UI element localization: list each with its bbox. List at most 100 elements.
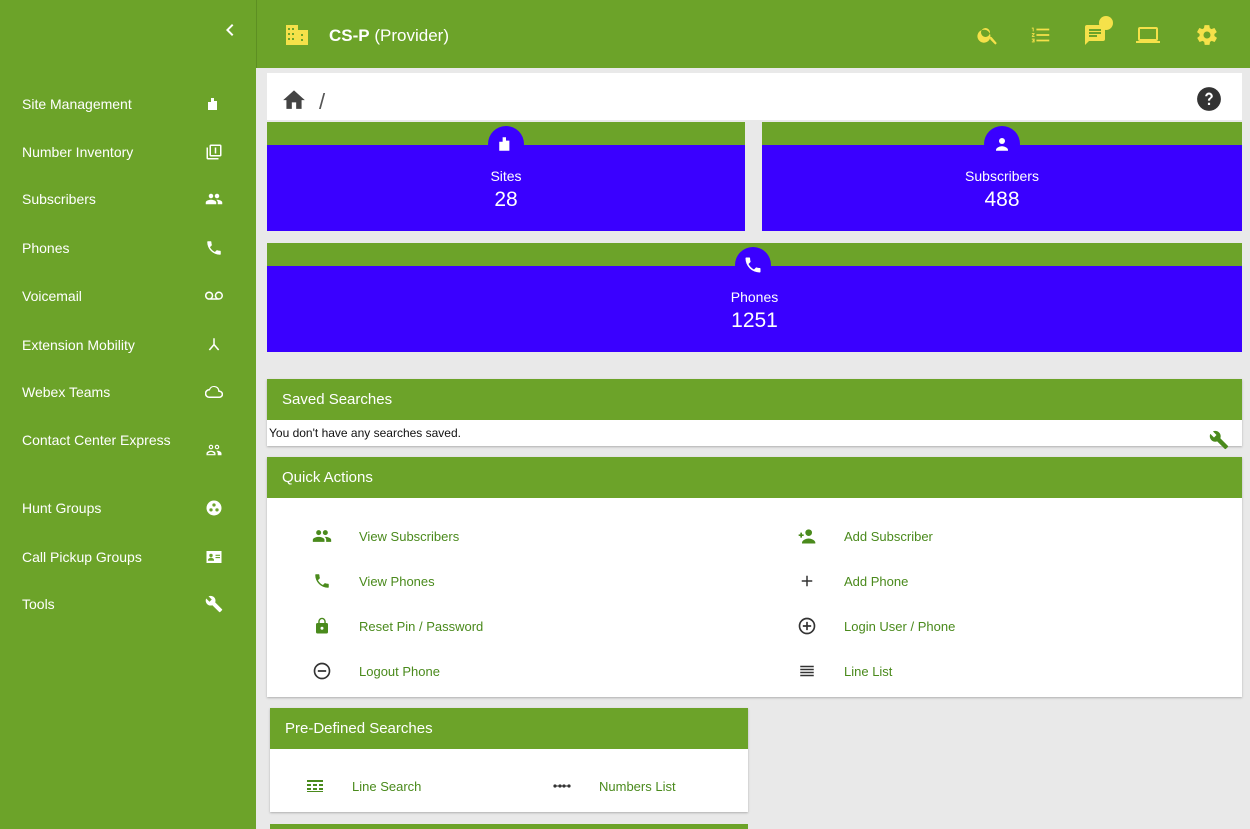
sidebar-item-label: Site Management (22, 95, 132, 112)
sidebar-item-extension-mobility[interactable]: Extension Mobility (0, 333, 256, 357)
chat-icon[interactable] (1082, 16, 1113, 48)
sidebar-item-contact-center-express[interactable]: Contact Center Express (0, 432, 256, 468)
login-user-phone-action[interactable]: Login User / Phone (797, 616, 955, 636)
tenant-type: (Provider) (374, 26, 449, 45)
sidebar-item-site-management[interactable]: Site Management (0, 92, 256, 116)
sidebar-item-label: Webex Teams (22, 383, 111, 400)
action-label: Logout Phone (359, 663, 440, 679)
cloud-icon (205, 383, 223, 401)
search-icon[interactable] (975, 22, 1001, 48)
sidebar: Site Management Number Inventory Subscri… (0, 0, 256, 829)
sidebar-item-tools[interactable]: Tools (0, 592, 256, 616)
action-label: Numbers List (599, 778, 676, 794)
line-list-icon (797, 661, 817, 681)
office-building-icon (285, 24, 309, 51)
people-icon (205, 190, 223, 208)
buildings-icon (488, 126, 524, 162)
stat-card-subscribers[interactable]: Subscribers 488 (762, 122, 1242, 231)
top-bar: CS-P (Provider) (256, 0, 1250, 68)
people-outline-icon (205, 441, 223, 459)
breadcrumb-separator: / (319, 89, 326, 114)
action-label: Login User / Phone (844, 618, 956, 634)
stat-label: Phones (730, 289, 779, 305)
person-icon (984, 126, 1020, 162)
sidebar-item-label: Hunt Groups (22, 499, 102, 516)
sidebar-item-call-pickup-groups[interactable]: Call Pickup Groups (0, 545, 256, 569)
predefined-searches-title: Pre-Defined Searches (270, 708, 748, 749)
sidebar-item-voicemail[interactable]: Voicemail (0, 284, 256, 308)
reset-pin-password-action[interactable]: Reset Pin / Password (312, 616, 483, 636)
phone-icon (205, 239, 223, 257)
add-subscriber-action[interactable]: Add Subscriber (797, 526, 933, 546)
wrench-icon (205, 595, 223, 613)
list-icon[interactable] (1028, 22, 1054, 48)
person-add-icon (797, 526, 817, 546)
stat-value: 28 (494, 188, 518, 211)
page-title: CS-P (Provider) (329, 26, 449, 46)
stat-value: 1251 (731, 309, 778, 332)
help-icon[interactable] (1196, 86, 1222, 117)
sidebar-item-subscribers[interactable]: Subscribers (0, 187, 256, 211)
remove-circle-icon (312, 661, 332, 681)
logout-phone-action[interactable]: Logout Phone (312, 661, 440, 681)
sidebar-item-phones[interactable]: Phones (0, 236, 256, 260)
stat-label: Sites (490, 168, 522, 184)
stat-value: 488 (984, 188, 1020, 211)
tenant-name: CS-P (329, 26, 370, 45)
sidebar-item-label: Voicemail (22, 287, 82, 304)
sidebar-item-label: Number Inventory (22, 143, 134, 160)
line-search-action[interactable]: Line Search (305, 776, 421, 796)
phone-icon (312, 571, 332, 591)
call-split-icon (205, 336, 223, 354)
quick-actions-panel: Quick Actions View Subscribers Add Subsc… (267, 457, 1242, 697)
stat-card-phones[interactable]: Phones 1251 (267, 243, 1242, 352)
saved-searches-empty-text: You don't have any searches saved. (269, 426, 461, 440)
action-label: View Subscribers (359, 528, 460, 544)
action-label: Add Subscriber (844, 528, 933, 544)
sidebar-item-webex-teams[interactable]: Webex Teams (0, 380, 256, 404)
buildings-icon (205, 95, 223, 113)
chevron-left-icon[interactable] (218, 18, 242, 42)
numbers-list-action[interactable]: Numbers List (552, 776, 676, 796)
sidebar-item-label: Phones (22, 239, 70, 256)
lock-icon (312, 616, 332, 636)
notification-badge (1099, 16, 1113, 30)
table-search-icon (305, 776, 325, 796)
phone-icon (735, 247, 771, 283)
hunt-group-icon (205, 499, 223, 517)
voicemail-icon (205, 287, 223, 305)
sidebar-item-label: Extension Mobility (22, 336, 135, 353)
line-list-action[interactable]: Line List (797, 661, 892, 681)
contact-card-icon (205, 548, 223, 566)
add-circle-icon (797, 616, 817, 636)
view-phones-action[interactable]: View Phones (312, 571, 435, 591)
laptop-icon[interactable] (1135, 22, 1161, 48)
action-label: View Phones (359, 573, 435, 589)
sidebar-item-label: Subscribers (22, 190, 96, 207)
action-label: Line List (844, 663, 893, 679)
add-phone-action[interactable]: Add Phone (797, 571, 908, 591)
wrench-icon[interactable] (1209, 430, 1229, 455)
action-label: Add Phone (844, 573, 909, 589)
quick-actions-title: Quick Actions (267, 457, 1242, 498)
next-panel-header (270, 824, 748, 829)
dots-icon (552, 776, 572, 796)
gear-icon[interactable] (1194, 22, 1220, 48)
saved-searches-title: Saved Searches (267, 379, 1242, 420)
view-subscribers-action[interactable]: View Subscribers (312, 526, 459, 546)
stat-card-sites[interactable]: Sites 28 (267, 122, 745, 231)
sidebar-item-hunt-groups[interactable]: Hunt Groups (0, 496, 256, 520)
home-icon[interactable] (281, 87, 307, 114)
action-label: Line Search (352, 778, 422, 794)
people-icon (312, 526, 332, 546)
library-books-icon (205, 143, 223, 161)
plus-icon (797, 571, 817, 591)
breadcrumb: / (267, 73, 1242, 120)
sidebar-item-label: Contact Center Express (22, 432, 171, 448)
sidebar-item-label: Call Pickup Groups (22, 548, 142, 565)
sidebar-item-label: Tools (22, 595, 55, 612)
saved-searches-panel: Saved Searches You don't have any search… (267, 379, 1242, 450)
action-label: Reset Pin / Password (359, 618, 484, 634)
sidebar-item-number-inventory[interactable]: Number Inventory (0, 140, 256, 164)
predefined-searches-panel: Pre-Defined Searches Line Search Numbers… (270, 708, 748, 812)
